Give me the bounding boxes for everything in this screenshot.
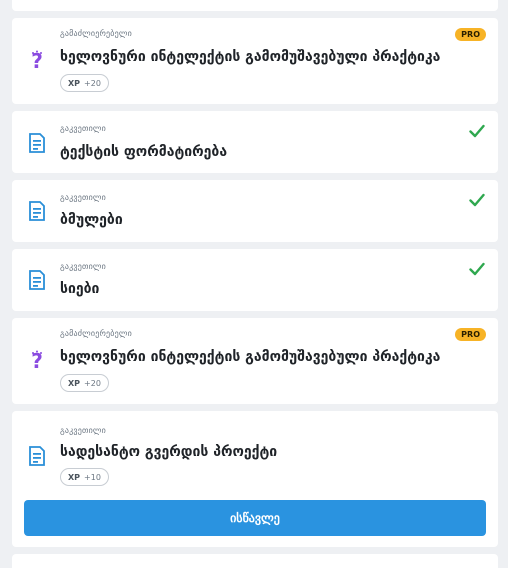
learn-button[interactable]: ისწავლე <box>24 500 486 536</box>
item-kind: გამაძლიერებელი <box>60 329 132 338</box>
next-card-partial[interactable] <box>12 554 498 568</box>
item-title: სიები <box>60 281 100 297</box>
xp-label: XP <box>68 472 81 482</box>
item-kind: გაკვეთილი <box>60 262 106 271</box>
item-kind: გაკვეთილი <box>60 193 106 202</box>
check-icon <box>469 124 485 138</box>
check-icon <box>469 193 485 207</box>
lesson-document-icon <box>28 269 46 291</box>
item-kind: გამაძლიერებელი <box>60 29 132 38</box>
xp-value: +10 <box>84 472 101 482</box>
list-item-lesson-3[interactable]: გაკვეთილი ბმულები <box>12 180 498 242</box>
item-title: სადესანტო გვერდის პროექტი <box>60 444 278 460</box>
xp-badge: XP +20 <box>60 74 109 92</box>
question-icon: ? <box>28 50 46 72</box>
item-kind: გაკვეთილი <box>60 124 106 133</box>
list-item-booster-5[interactable]: ? გამაძლიერებელი PRO ხელოვნური ინტელექტი… <box>12 318 498 404</box>
question-icon: ? <box>28 350 46 372</box>
pro-badge: PRO <box>455 328 486 341</box>
item-title: ხელოვნური ინტელექტის გამომუშავებული პრაქ… <box>60 49 441 65</box>
item-kind: გაკვეთილი <box>60 426 106 435</box>
lesson-document-icon <box>28 132 46 154</box>
previous-card-partial <box>12 0 498 11</box>
xp-value: +20 <box>84 78 101 88</box>
xp-label: XP <box>68 378 81 388</box>
xp-badge: XP +10 <box>60 468 109 486</box>
list-item-lesson-2[interactable]: გაკვეთილი ტექსტის ფორმატირება <box>12 111 498 173</box>
item-title: ბმულები <box>60 212 123 228</box>
lesson-document-icon <box>28 445 46 467</box>
xp-badge: XP +20 <box>60 374 109 392</box>
xp-label: XP <box>68 78 81 88</box>
list-item-lesson-4[interactable]: გაკვეთილი სიები <box>12 249 498 311</box>
item-title: ხელოვნური ინტელექტის გამომუშავებული პრაქ… <box>60 349 441 365</box>
lesson-document-icon <box>28 200 46 222</box>
list-item-booster-1[interactable]: ? გამაძლიერებელი PRO ხელოვნური ინტელექტი… <box>12 18 498 104</box>
check-icon <box>469 262 485 276</box>
xp-value: +20 <box>84 378 101 388</box>
pro-badge: PRO <box>455 28 486 41</box>
item-title: ტექსტის ფორმატირება <box>60 144 228 160</box>
